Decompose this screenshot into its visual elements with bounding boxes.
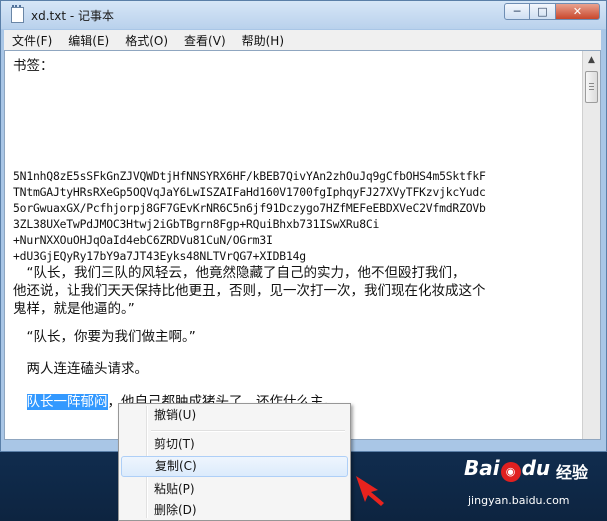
minimize-button[interactable]: ─ [504, 3, 530, 20]
encoded-line: TNtmGAJtyHRsRXeGp5OQVqJaY6LwISZAIFaHd160… [13, 185, 486, 199]
story-line: 他还说，让我们天天保持比他更丑，否则，见一次打一次，我们现在化妆成这个 [13, 283, 486, 299]
context-cut[interactable]: 剪切(T) [121, 434, 348, 455]
text-editor[interactable]: 书签： 5N1nhQ8zE5sSFkGnZJVQWDtjHfNNSYRX6HF/… [4, 50, 601, 440]
encoded-line: 5N1nhQ8zE5sSFkGnZJVQWDtjHfNNSYRX6HF/kBEB… [13, 169, 486, 183]
menu-edit[interactable]: 编辑(E) [60, 32, 117, 49]
paw-icon: ◉ [500, 462, 521, 482]
context-paste[interactable]: 粘贴(P) [121, 479, 348, 500]
notepad-window: xd.txt - 记事本 ─ □ ✕ 文件(F) 编辑(E) 格式(O) 查看(… [0, 0, 607, 452]
context-delete[interactable]: 删除(D) [121, 500, 348, 521]
context-menu: 撤销(U) 剪切(T) 复制(C) 粘贴(P) 删除(D) [118, 403, 351, 521]
window-title: xd.txt - 记事本 [31, 8, 115, 23]
scroll-up-arrow-icon[interactable]: ▲ [583, 51, 600, 68]
menu-help[interactable]: 帮助(H) [234, 32, 292, 49]
encoded-line: 3ZL38UXeTwPdJMOC3Htwj2iGbTBgrn8Fgp+RQuiB… [13, 217, 380, 231]
story-line: “队长，你要为我们做主啊。” [13, 329, 196, 345]
close-button[interactable]: ✕ [556, 3, 600, 20]
pointer-arrow-icon [356, 476, 384, 506]
watermark-brand: 经验 [556, 463, 589, 482]
menu-bar: 文件(F) 编辑(E) 格式(O) 查看(V) 帮助(H) [4, 30, 601, 50]
encoded-line: +NurNXXOuOHJqOaId4ebC6ZRDVu81CuN/OGrm3I [13, 233, 273, 247]
context-copy[interactable]: 复制(C) [121, 456, 348, 477]
window-controls: ─ □ ✕ [504, 3, 600, 20]
story-line: 鬼样，就是他逼的。” [13, 301, 135, 317]
selected-text[interactable]: 队长一阵郁闷 [26, 394, 108, 410]
baidu-watermark: Bai ◉ du 经验 jingyan.baidu.com [458, 452, 606, 520]
watermark-url: jingyan.baidu.com [468, 494, 570, 507]
bookmark-header: 书签： [13, 58, 54, 74]
watermark-logo: Bai ◉ du [464, 456, 551, 482]
scroll-thumb[interactable] [585, 71, 598, 103]
menu-file[interactable]: 文件(F) [4, 32, 60, 49]
context-separator [151, 430, 345, 432]
menu-view[interactable]: 查看(V) [176, 32, 234, 49]
encoded-line: 5orGwuaxGX/Pcfhjorpj8GF7GEvKrNR6C5n6jf91… [13, 201, 486, 215]
notepad-icon [9, 5, 25, 23]
story-line: “队长，我们三队的风轻云，他竟然隐藏了自己的实力，他不但殴打我们， [13, 265, 466, 281]
context-undo[interactable]: 撤销(U) [121, 405, 348, 426]
story-line: 两人连连磕头请求。 [13, 361, 148, 377]
title-bar[interactable]: xd.txt - 记事本 ─ □ ✕ [1, 1, 606, 29]
maximize-button[interactable]: □ [530, 3, 556, 20]
menu-format[interactable]: 格式(O) [117, 32, 176, 49]
vertical-scrollbar[interactable]: ▲ [582, 51, 600, 439]
